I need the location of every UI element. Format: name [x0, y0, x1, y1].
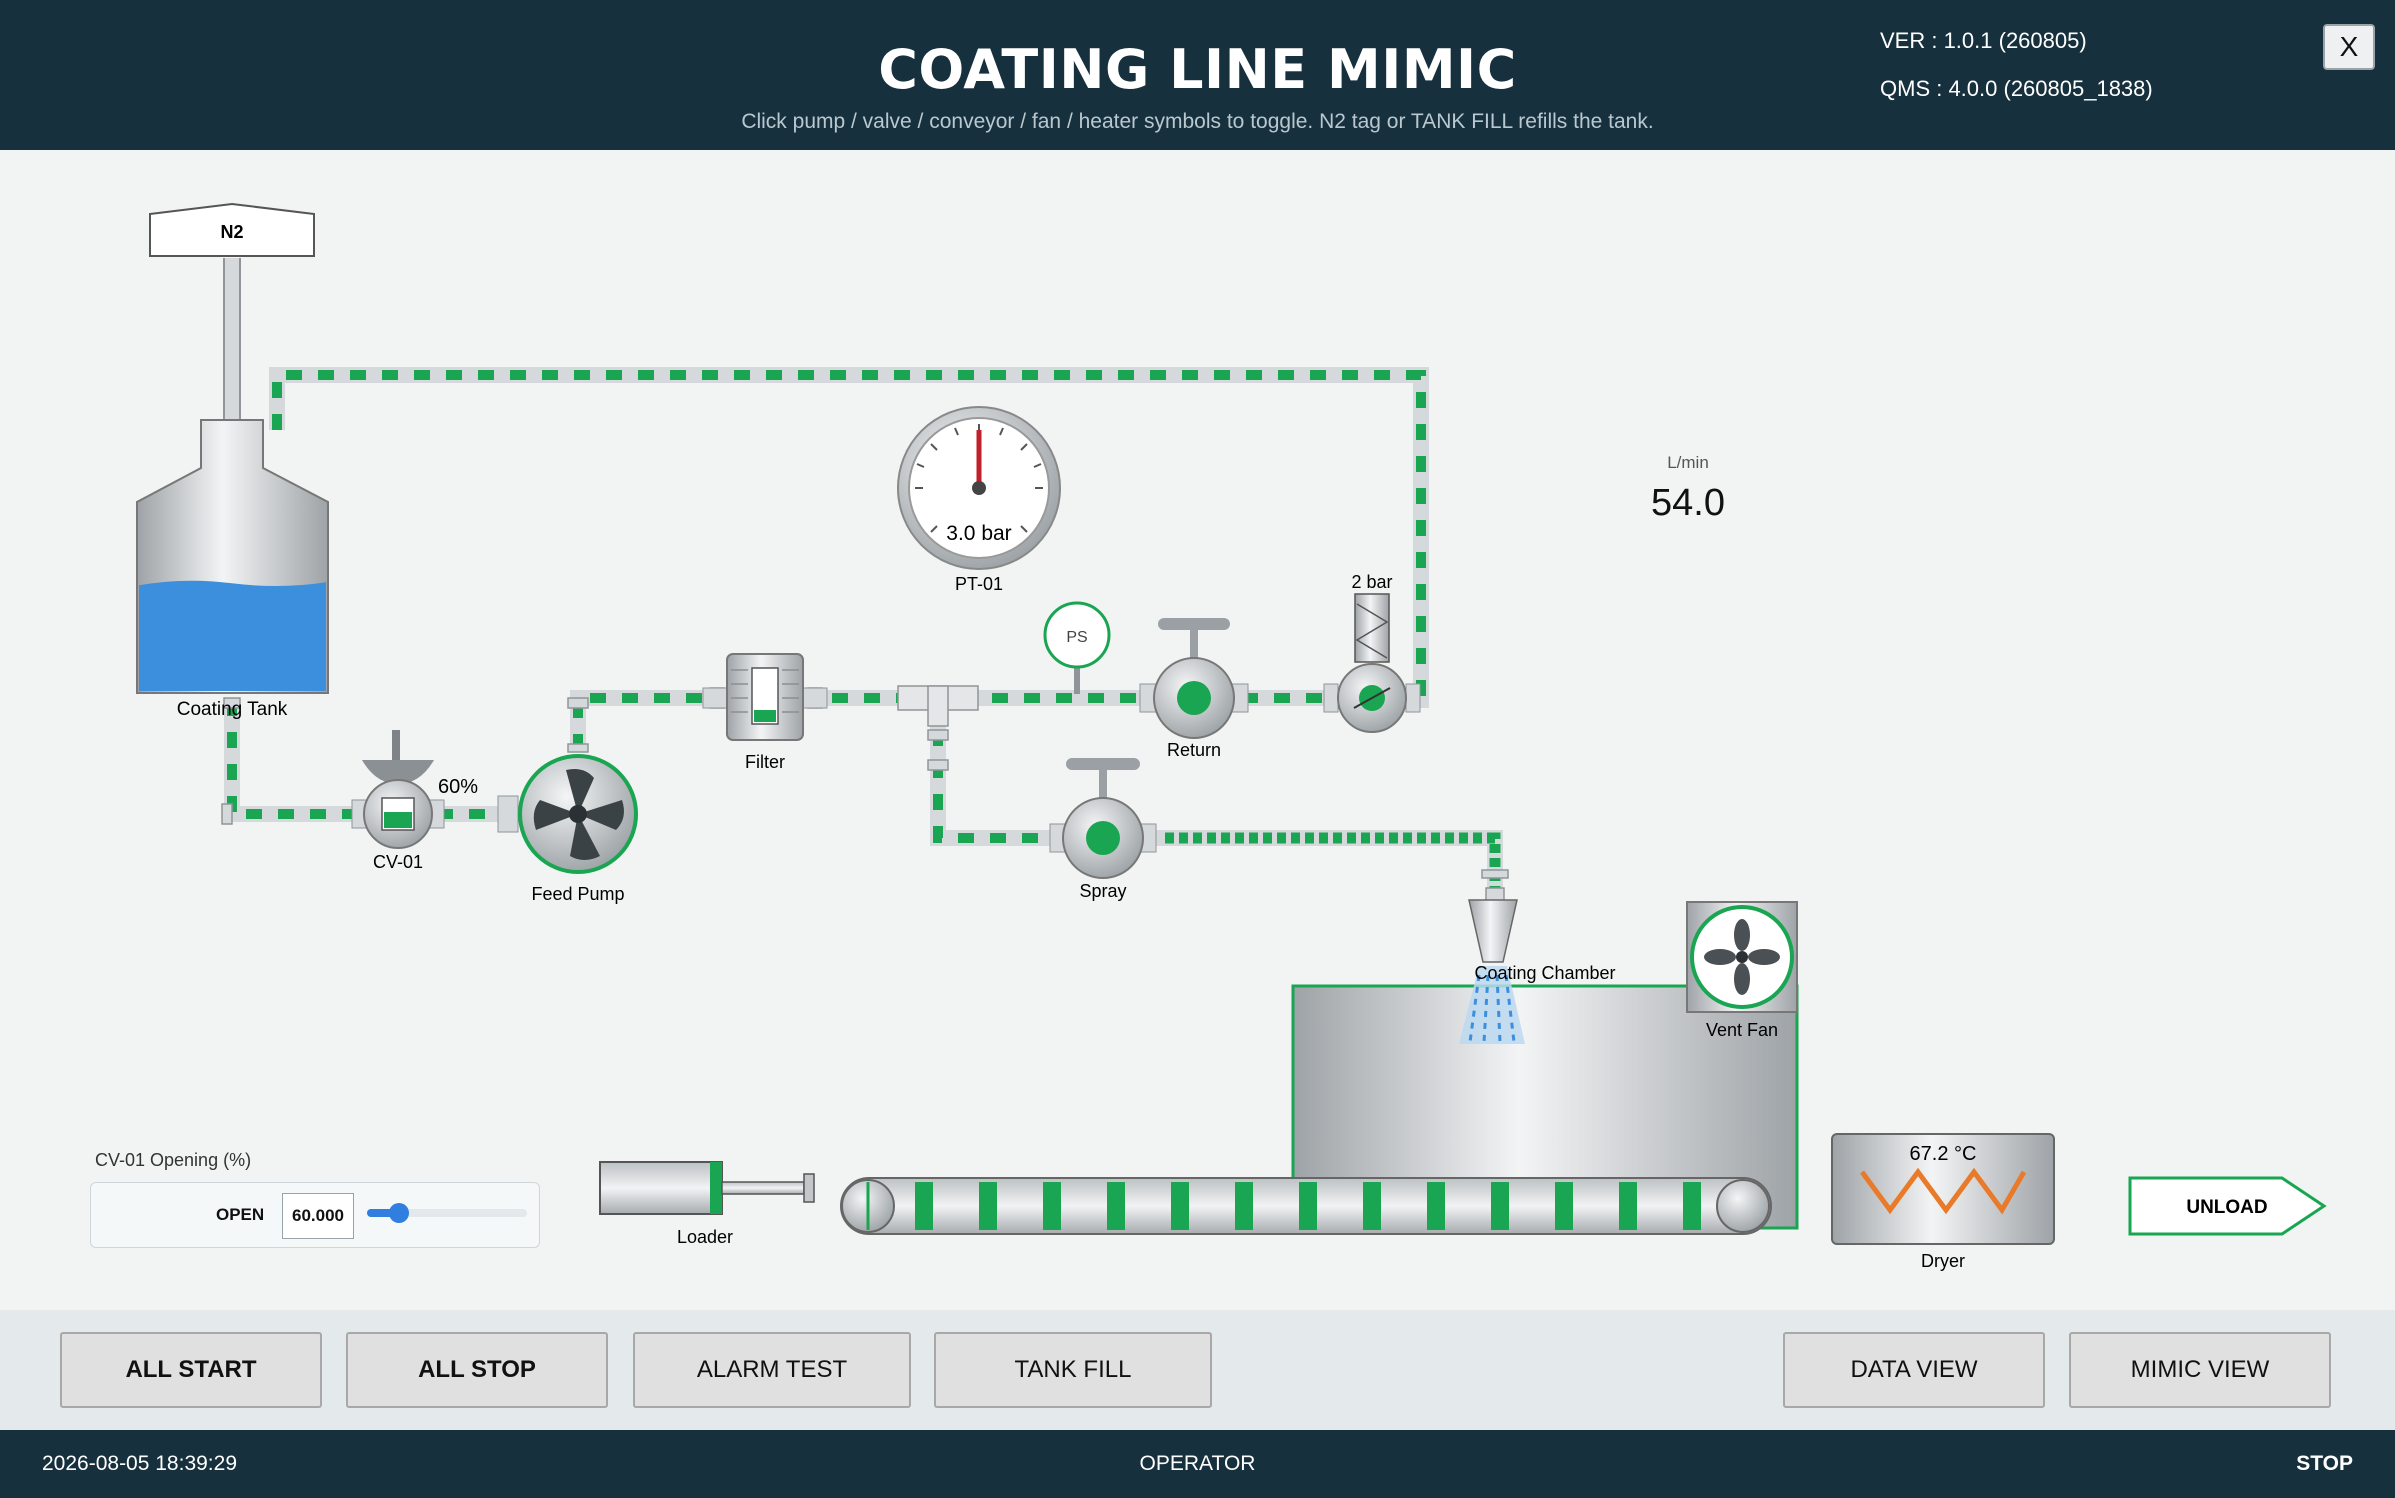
tank-liquid [139, 580, 326, 691]
unload-button[interactable]: UNLOAD [2128, 1176, 2327, 1236]
spray-valve[interactable]: Spray [1049, 758, 1157, 901]
feed-pump-label: Feed Pump [531, 884, 624, 904]
tank-label: Coating Tank [177, 699, 288, 720]
pressure-switch-label: PS [1066, 629, 1087, 646]
cv01-valve[interactable]: 60% CV-01 [351, 730, 478, 872]
feed-pump[interactable]: Feed Pump [497, 754, 638, 904]
header-bar: COATING LINE MIMIC Click pump / valve / … [0, 0, 2395, 150]
flow-unit: L/min [1667, 453, 1709, 472]
n2-tag[interactable]: N2 [149, 202, 315, 257]
cv01-panel-title: CV-01 Opening (%) [95, 1150, 252, 1170]
slider-thumb[interactable] [389, 1203, 409, 1223]
command-toolbar: ALL START ALL STOP ALARM TEST TANK FILL … [0, 1310, 2395, 1430]
vent-fan-label: Vent Fan [1706, 1020, 1778, 1040]
loader-label: Loader [677, 1227, 733, 1247]
all-start-button[interactable]: ALL START [60, 1332, 322, 1408]
cv01-opening-slider[interactable] [367, 1203, 527, 1223]
flow-value: 54.0 [1651, 482, 1725, 524]
n2-tag-label: N2 [220, 222, 243, 242]
filter: Filter [702, 653, 828, 772]
process-diagram: N2 Coating Tank 60% CV-01 Feed Pump Filt… [136, 202, 2327, 1271]
loader[interactable]: Loader [599, 1161, 815, 1247]
pressure-switch: PS [1043, 601, 1111, 694]
filter-label: Filter [745, 752, 785, 772]
alarm-test-button[interactable]: ALARM TEST [633, 1332, 911, 1408]
spray-valve-label: Spray [1079, 881, 1126, 901]
page-subtitle: Click pump / valve / conveyor / fan / he… [741, 110, 1654, 133]
dryer-temp-text: 67.2 °C [1910, 1143, 1977, 1165]
data-view-button[interactable]: DATA VIEW [1783, 1332, 2045, 1408]
status-bar: 2026-08-05 18:39:29 OPERATOR STOP [0, 1430, 2395, 1498]
spray-nozzle-icon [1468, 899, 1518, 963]
pressure-value-text: 3.0 bar [946, 522, 1011, 545]
process-mimic: N2 Coating Tank 60% CV-01 Feed Pump Filt… [0, 150, 2395, 1310]
return-valve-label: Return [1167, 740, 1221, 760]
chamber-label: Coating Chamber [1474, 963, 1615, 983]
dryer-label: Dryer [1921, 1251, 1965, 1271]
qms-version-text: QMS : 4.0.0 (260805_1838) [1880, 76, 2153, 101]
relief-valve[interactable]: 2 bar [1323, 572, 1421, 733]
unload-label: UNLOAD [2186, 1197, 2267, 1218]
cv01-label: CV-01 [373, 852, 423, 872]
flow-readout: L/min 54.0 [1651, 453, 1725, 524]
cv01-opening-text: 60% [438, 776, 478, 798]
relief-valve-label: 2 bar [1351, 572, 1392, 592]
line-state-text: STOP [2296, 1452, 2353, 1475]
cv01-opening-input[interactable]: 60.000 [282, 1193, 354, 1239]
cv01-open-label: OPEN [216, 1205, 265, 1224]
pressure-gauge: 3.0 bar PT-01 [897, 406, 1061, 594]
mimic-view-button[interactable]: MIMIC VIEW [2069, 1332, 2331, 1408]
pressure-gauge-label: PT-01 [955, 574, 1003, 594]
tank-fill-button[interactable]: TANK FILL [934, 1332, 1212, 1408]
dryer-heater[interactable]: 67.2 °C Dryer [1831, 1133, 2055, 1271]
conveyor[interactable] [840, 1177, 1772, 1235]
return-valve[interactable]: Return [1139, 618, 1249, 760]
all-stop-button[interactable]: ALL STOP [346, 1332, 608, 1408]
user-role-text: OPERATOR [1139, 1452, 1256, 1475]
close-button[interactable]: X [2323, 24, 2375, 70]
coating-tank: Coating Tank [136, 419, 329, 720]
cv01-opening-panel: OPEN 60.000 [90, 1182, 540, 1248]
version-text: VER : 1.0.1 (260805) [1880, 28, 2087, 53]
